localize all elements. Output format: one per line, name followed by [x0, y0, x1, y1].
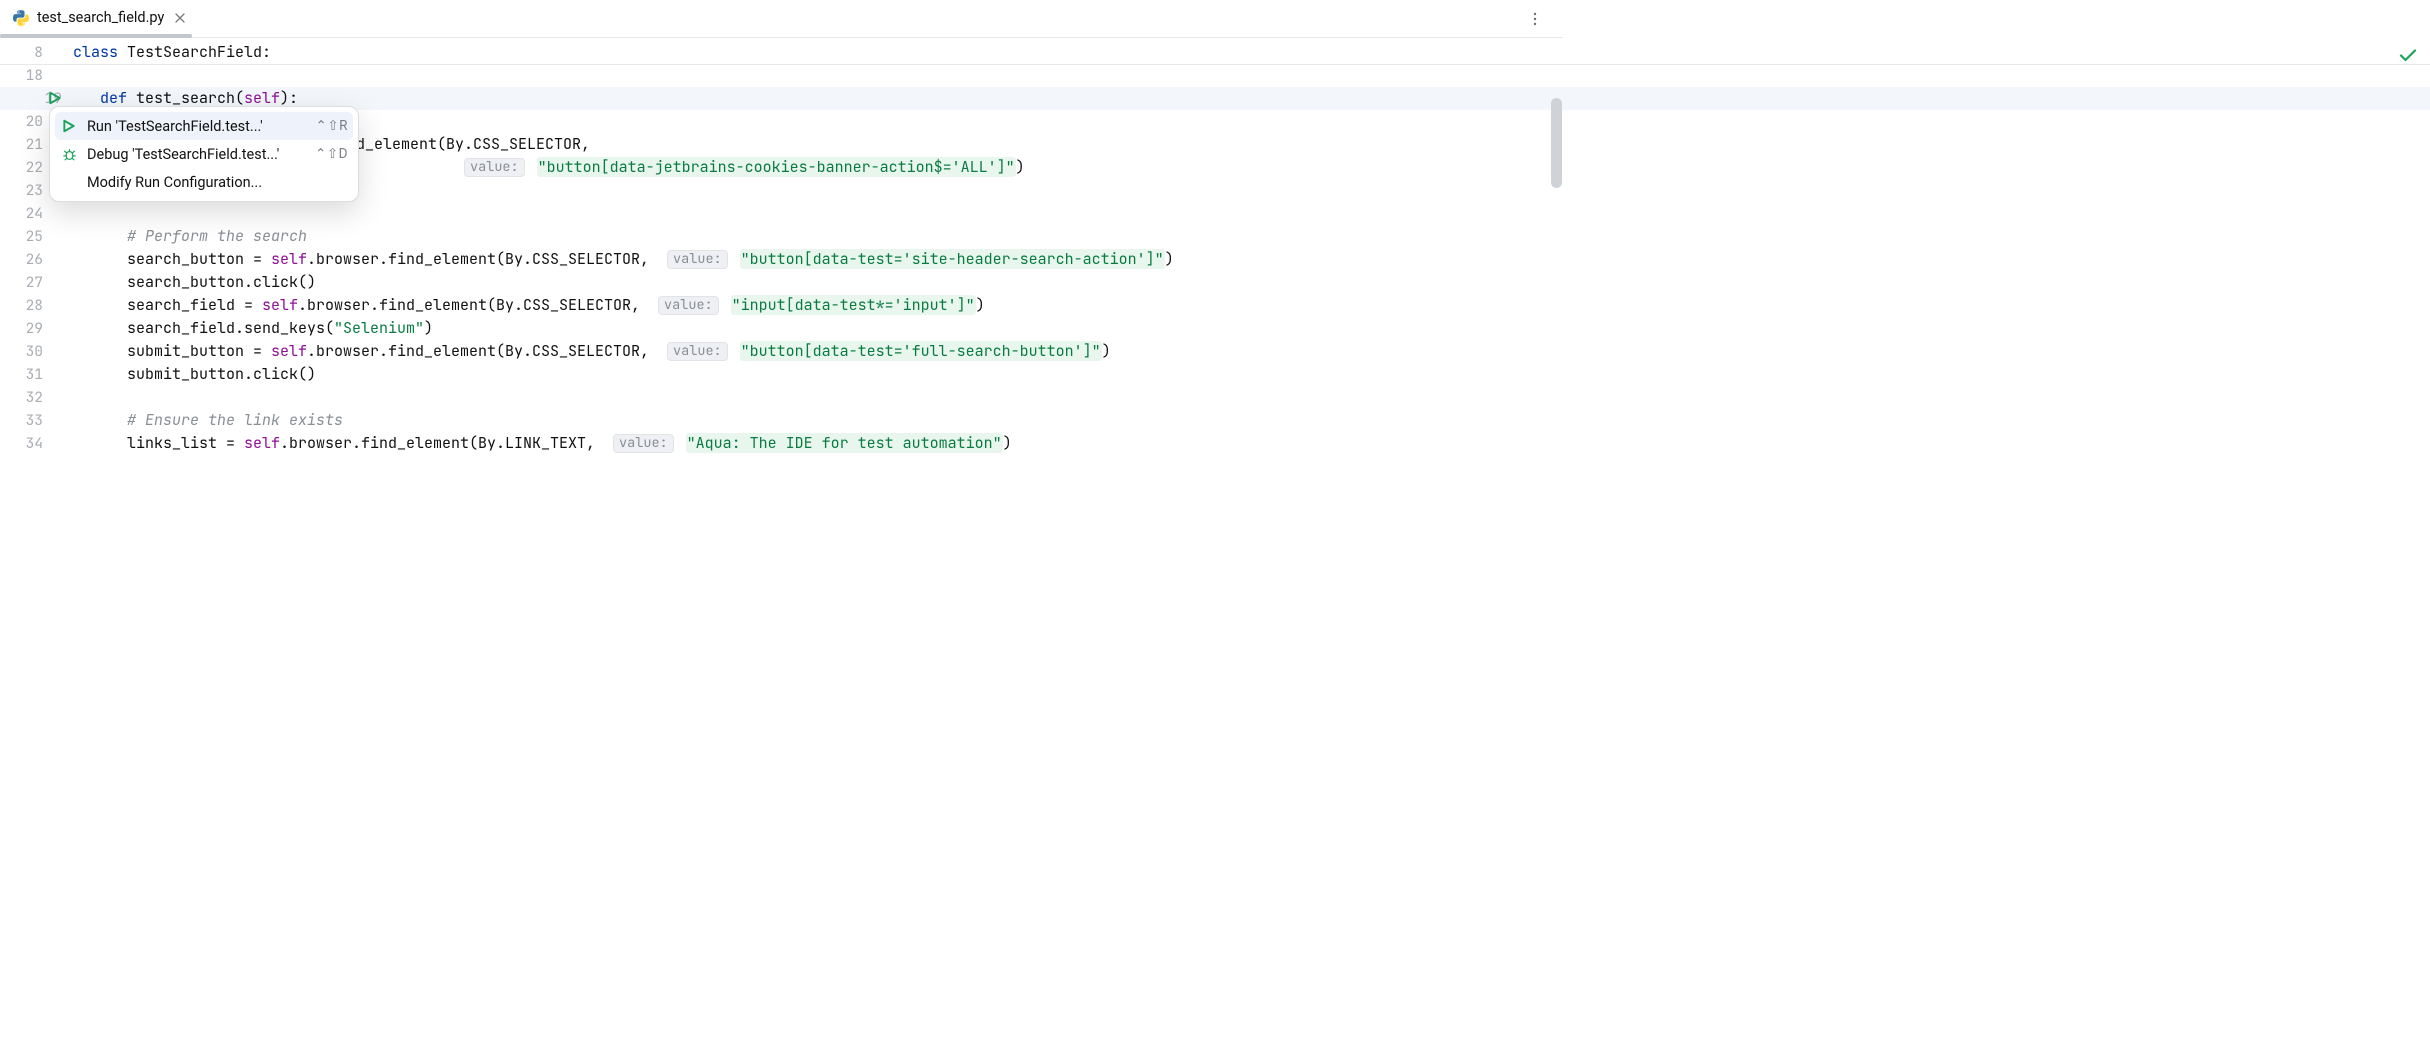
context-menu-debug[interactable]: Debug 'TestSearchField.test...' ⌃⇧D: [50, 140, 358, 168]
editor-tab[interactable]: test_search_field.py: [0, 0, 199, 37]
code-line: links_list = self.browser.find_element(B…: [68, 432, 1563, 455]
line-number: 18: [0, 64, 68, 87]
line-number: 29: [0, 317, 68, 340]
code-line: # Ensure the link exists: [68, 409, 1563, 432]
code-line: search_field = self.browser.find_element…: [68, 294, 1563, 317]
code-line: # Perform the search: [68, 225, 1563, 248]
context-menu-label: Debug 'TestSearchField.test...': [87, 146, 306, 163]
inlay-hint: value:: [667, 250, 728, 269]
gutter-context-menu: Run 'TestSearchField.test...' ⌃⇧R Debug …: [49, 106, 359, 202]
code-line: submit_button = self.browser.find_elemen…: [68, 340, 1563, 363]
context-menu-shortcut: ⌃⇧R: [316, 118, 348, 134]
line-number: 33: [0, 409, 68, 432]
close-icon[interactable]: [171, 12, 189, 24]
run-icon: [60, 117, 78, 135]
inlay-hint: value:: [667, 342, 728, 361]
code-line: [68, 386, 1563, 409]
run-gutter-icon[interactable]: [46, 89, 64, 107]
debug-icon: [60, 145, 78, 163]
line-number: 26: [0, 248, 68, 271]
line-number: 34: [0, 432, 68, 455]
line-number: 25: [0, 225, 68, 248]
code-line: class TestSearchField:: [68, 41, 1563, 64]
line-number: 27: [0, 271, 68, 294]
context-menu-run[interactable]: Run 'TestSearchField.test...' ⌃⇧R: [55, 112, 353, 140]
line-number: 24: [0, 202, 68, 225]
inlay-hint: value:: [464, 158, 525, 177]
line-number: 30: [0, 340, 68, 363]
tab-options-icon[interactable]: [1523, 7, 1547, 31]
code-line: search_field.send_keys("Selenium"): [68, 317, 1563, 340]
inlay-hint: value:: [658, 296, 719, 315]
scrollbar-thumb[interactable]: [1551, 98, 1562, 188]
line-number: 32: [0, 386, 68, 409]
context-menu-modify[interactable]: Modify Run Configuration...: [50, 168, 358, 196]
context-menu-label: Run 'TestSearchField.test...': [87, 118, 307, 135]
tab-filename: test_search_field.py: [37, 9, 164, 26]
blank-icon: [60, 173, 78, 191]
vertical-scrollbar[interactable]: [1551, 98, 1562, 672]
inspection-ok-icon[interactable]: [2398, 45, 2420, 67]
context-menu-shortcut: ⌃⇧D: [315, 146, 348, 162]
tab-bar: test_search_field.py: [0, 0, 1563, 38]
inlay-hint: value:: [613, 434, 674, 453]
code-line: [68, 202, 1563, 225]
code-line: search_button = self.browser.find_elemen…: [68, 248, 1563, 271]
context-menu-label: Modify Run Configuration...: [87, 174, 348, 191]
line-number: 28: [0, 294, 68, 317]
python-icon: [12, 9, 30, 27]
code-line: search_button.click(): [68, 271, 1563, 294]
code-line: submit_button.click(): [68, 363, 1563, 386]
line-number: 8: [0, 41, 68, 64]
code-line: [68, 64, 1563, 87]
line-number: 31: [0, 363, 68, 386]
